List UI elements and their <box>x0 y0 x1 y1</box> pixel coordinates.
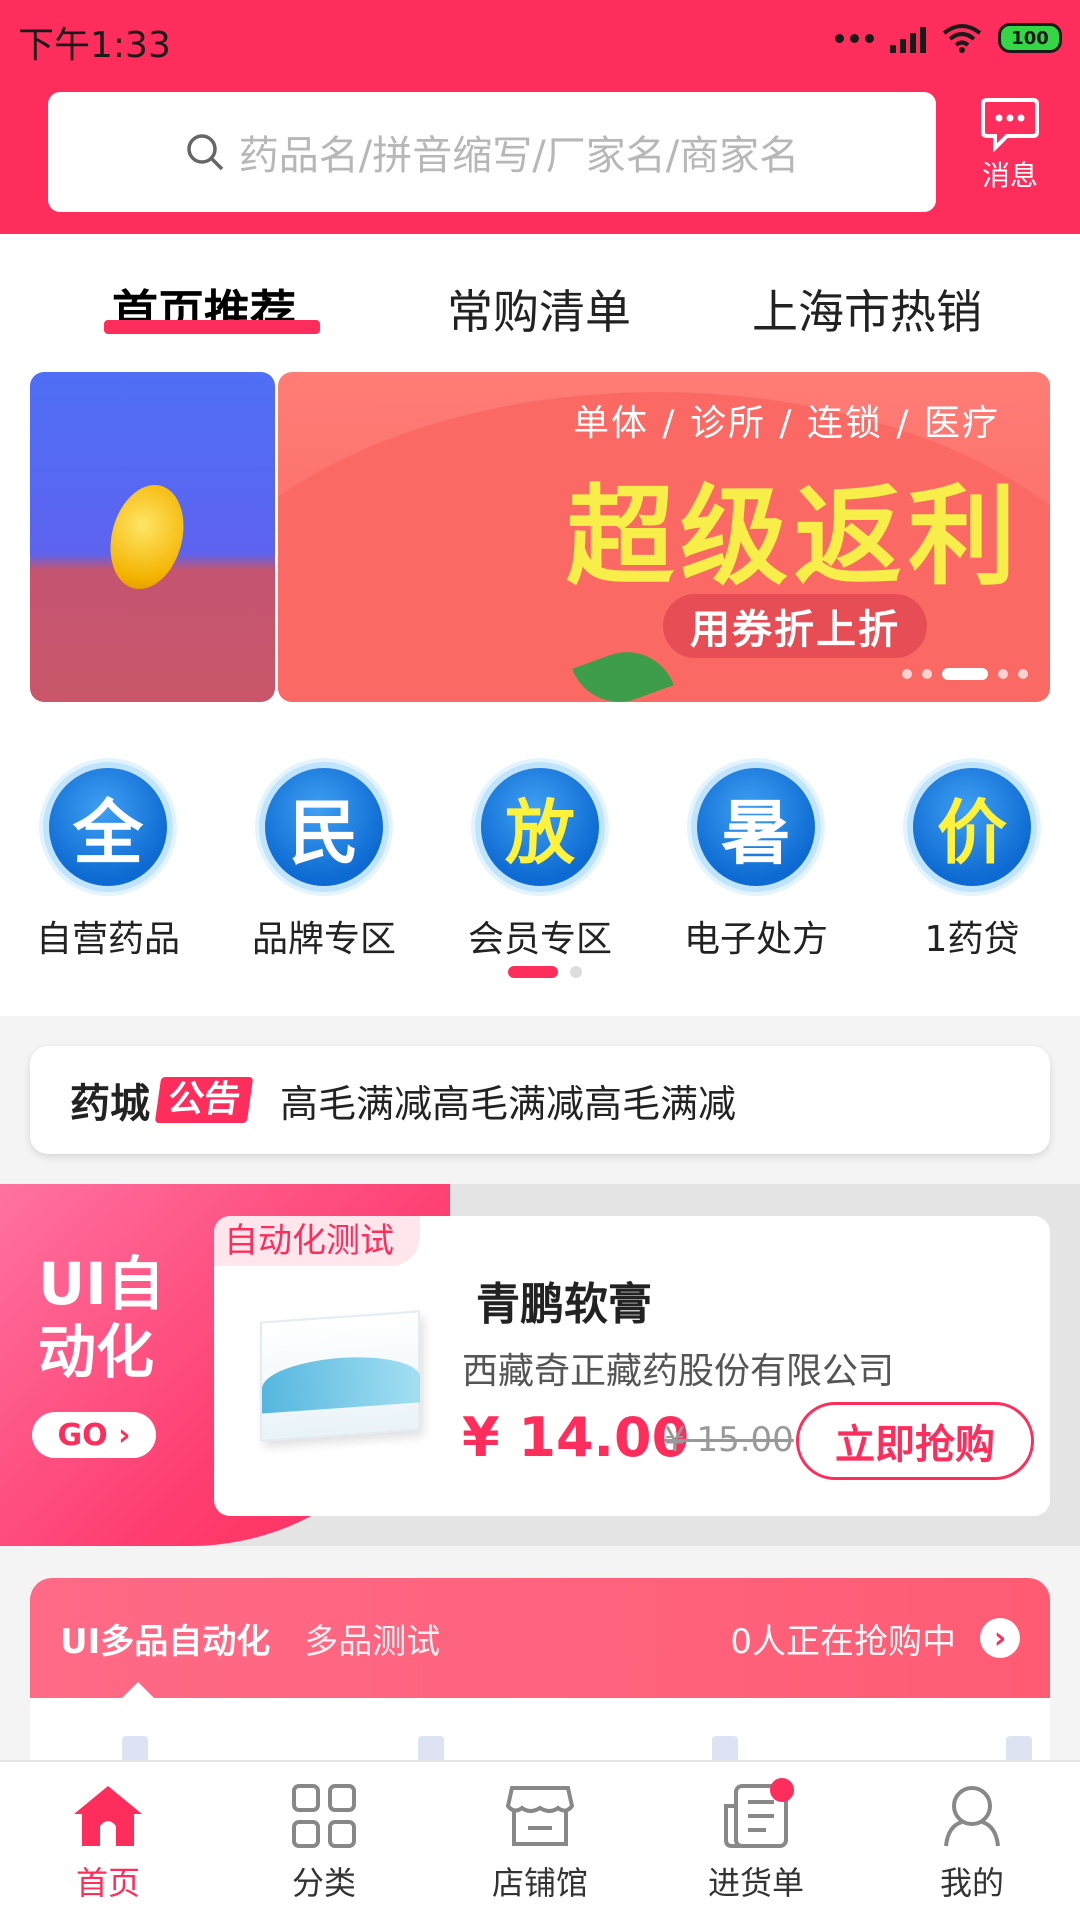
category-icon: 民 <box>259 762 389 892</box>
category-label: 品牌专区 <box>251 919 396 960</box>
coin-icon <box>99 476 195 598</box>
product-name: 青鹏软膏 <box>476 1279 652 1330</box>
nav-item-store[interactable]: 店铺馆 <box>432 1782 648 1904</box>
product-price: ¥ 14.00 <box>462 1406 690 1469</box>
category-label: 电子处方 <box>683 919 828 960</box>
active-tab-underline <box>104 320 320 334</box>
category-grid: 全 自营药品 民 品牌专区 放 会员专区 暑 电子处方 价 1药贷 <box>0 762 1080 962</box>
chat-icon <box>981 98 1039 152</box>
arrow-right-icon[interactable]: › <box>980 1618 1020 1658</box>
bottom-nav: 首页 分类 店铺馆 进货单 我的 <box>0 1760 1080 1920</box>
product-thumbnail[interactable] <box>712 1736 738 1760</box>
product-card[interactable]: 自动化测试 青鹏软膏 西藏奇正藏药股份有限公司 ¥ 14.00 ¥ 15.00 … <box>214 1216 1050 1516</box>
home-icon <box>74 1786 142 1846</box>
message-label: 消息 <box>981 159 1038 192</box>
notice-tag: 公告 <box>154 1077 254 1123</box>
battery-icon: 100 <box>998 23 1062 53</box>
category-pagination <box>508 966 582 978</box>
banner-subtitle: 单体 / 诊所 / 连锁 / 医疗 <box>572 403 1000 444</box>
banner-pill: 用券折上折 <box>663 594 927 658</box>
nav-label: 首页 <box>75 1864 140 1902</box>
category-item-member[interactable]: 放 会员专区 <box>432 762 648 962</box>
multi-title: UI多品自动化 <box>60 1621 271 1662</box>
category-icon: 暑 <box>691 762 821 892</box>
message-button[interactable]: 消息 <box>970 96 1050 194</box>
nav-label: 分类 <box>291 1864 356 1902</box>
store-icon <box>505 1786 575 1846</box>
category-icon: 价 <box>907 762 1037 892</box>
product-company: 西藏奇正藏药股份有限公司 <box>462 1351 895 1392</box>
multi-product-section: UI多品自动化 多品测试 0人正在抢购中 › <box>30 1578 1050 1760</box>
multi-count: 0人正在抢购中 <box>730 1621 956 1662</box>
banner-slide-rebate[interactable]: 单体 / 诊所 / 连锁 / 医疗 超级返利 用券折上折 <box>278 372 1050 702</box>
promo-section: UI自动化 GO › 自动化测试 青鹏软膏 西藏奇正藏药股份有限公司 ¥ 14.… <box>0 1184 1080 1546</box>
multi-subtitle: 多品测试 <box>304 1621 441 1662</box>
product-thumbnail[interactable] <box>1006 1736 1032 1760</box>
signal-icon <box>890 23 926 53</box>
category-item-self-operated[interactable]: 全 自营药品 <box>0 762 216 962</box>
product-thumbnail[interactable] <box>122 1736 148 1760</box>
grid-icon <box>292 1784 356 1848</box>
search-input[interactable]: 药品名/拼音缩写/厂家名/商家名 <box>48 92 936 212</box>
search-placeholder: 药品名/拼音缩写/厂家名/商家名 <box>238 133 800 179</box>
nav-label: 我的 <box>939 1864 1004 1902</box>
category-label: 会员专区 <box>467 919 612 960</box>
category-item-brand[interactable]: 民 品牌专区 <box>216 762 432 962</box>
nav-label: 店铺馆 <box>491 1864 588 1902</box>
category-label: 1药贷 <box>924 919 1020 960</box>
product-old-price: ¥ 15.00 <box>664 1420 794 1460</box>
more-dots-icon <box>835 33 874 43</box>
nav-item-category[interactable]: 分类 <box>216 1782 432 1904</box>
notification-badge <box>770 1778 794 1802</box>
status-bar: 下午1:33 100 <box>0 0 1080 80</box>
promo-tag: 自动化测试 <box>214 1216 420 1266</box>
wifi-icon <box>942 23 982 53</box>
multi-product-header[interactable]: UI多品自动化 多品测试 0人正在抢购中 › <box>30 1578 1050 1698</box>
status-icons: 100 <box>835 16 1062 60</box>
user-icon <box>944 1786 1000 1847</box>
go-button[interactable]: GO › <box>32 1412 156 1458</box>
search-icon <box>187 134 224 171</box>
product-image <box>260 1310 420 1442</box>
buy-now-button[interactable]: 立即抢购 <box>796 1402 1034 1480</box>
nav-item-home[interactable]: 首页 <box>0 1782 216 1904</box>
notice-logo: 药城 <box>70 1081 150 1127</box>
nav-item-mine[interactable]: 我的 <box>864 1782 1080 1904</box>
tab-shanghai-hot[interactable]: 上海市热销 <box>752 276 982 342</box>
status-time: 下午1:33 <box>18 25 171 66</box>
promo-side-title: UI自动化 <box>38 1250 165 1386</box>
home-tabs: 首页推荐 常购清单 上海市热销 <box>0 276 1080 346</box>
banner-slide-previous[interactable] <box>30 372 275 702</box>
pointer-arrow <box>122 1682 154 1698</box>
notice-text: 高毛满减高毛满减高毛满减 <box>280 1081 737 1126</box>
header-bar: 下午1:33 100 药品名/拼音缩写/厂家名/商家名 消息 <box>0 0 1080 234</box>
banner-pagination <box>902 668 1028 680</box>
nav-item-orders[interactable]: 进货单 <box>648 1778 864 1904</box>
category-icon: 全 <box>43 762 173 892</box>
category-icon: 放 <box>475 762 605 892</box>
product-thumbnail[interactable] <box>418 1736 444 1760</box>
nav-label: 进货单 <box>707 1864 804 1902</box>
category-item-prescription[interactable]: 暑 电子处方 <box>648 762 864 962</box>
banner-title: 超级返利 <box>565 475 1022 600</box>
category-label: 自营药品 <box>35 919 180 960</box>
notice-bar[interactable]: 药城 公告 高毛满减高毛满减高毛满减 <box>30 1046 1050 1154</box>
category-item-loan[interactable]: 价 1药贷 <box>864 762 1080 962</box>
tab-frequent-list[interactable]: 常购清单 <box>447 276 631 342</box>
